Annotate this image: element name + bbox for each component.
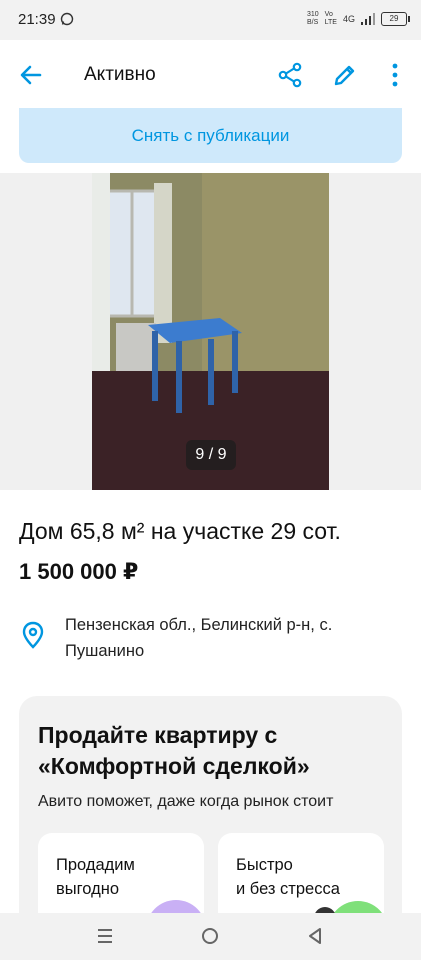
promo-title: Продайте квартиру с «Комфортной сделкой» [38, 722, 310, 779]
status-bar: 21:39 310 B/S Vo LTE 4G 29 [0, 0, 421, 40]
unpublish-button[interactable]: Снять с публикации [19, 108, 402, 163]
listing-location[interactable]: Пензенская обл., Белинский р-н, с. Пушан… [65, 612, 395, 664]
volte-bottom: LTE [324, 19, 337, 26]
benefit-text: Продадим выгодно [56, 856, 135, 898]
net-speed-value: 310 [306, 11, 319, 18]
listing-title: Дом 65,8 м² на участке 29 сот. [19, 518, 341, 544]
page-title: Активно [84, 64, 156, 85]
status-indicators: 310 B/S Vo LTE 4G 29 [307, 11, 410, 27]
net-speed-unit: B/S [306, 19, 319, 26]
edit-pencil-icon[interactable] [332, 62, 358, 88]
signal-icon [361, 13, 375, 25]
nav-recents-icon[interactable] [96, 927, 114, 945]
photo-gallery[interactable]: 9 / 9 [0, 173, 421, 490]
photo-counter: 9 / 9 [186, 440, 236, 470]
nav-home-icon[interactable] [200, 926, 220, 946]
promo-card[interactable]: Продайте квартиру с «Комфортной сделкой»… [19, 696, 402, 936]
nav-back-icon[interactable] [306, 927, 324, 945]
status-time: 21:39 [18, 11, 56, 28]
location-pin-icon [22, 621, 44, 649]
share-icon[interactable] [277, 62, 303, 88]
battery-icon: 29 [381, 12, 410, 26]
volte-top: Vo [324, 11, 333, 18]
network-type: 4G [342, 14, 355, 24]
benefit-text: Быстро и без стресса [236, 856, 340, 898]
battery-level: 29 [389, 14, 399, 23]
back-arrow-icon[interactable] [18, 62, 44, 88]
net-speed: 310 B/S [307, 11, 319, 27]
whatsapp-icon [60, 12, 74, 26]
more-vertical-icon[interactable] [384, 62, 406, 88]
listing-price: 1 500 000 ₽ [19, 559, 139, 584]
promo-subtitle: Авито поможет, даже когда рынок стоит [38, 793, 334, 810]
volte-indicator: Vo LTE [325, 11, 337, 27]
system-nav-bar [0, 913, 421, 960]
app-bar: Активно [0, 40, 421, 108]
